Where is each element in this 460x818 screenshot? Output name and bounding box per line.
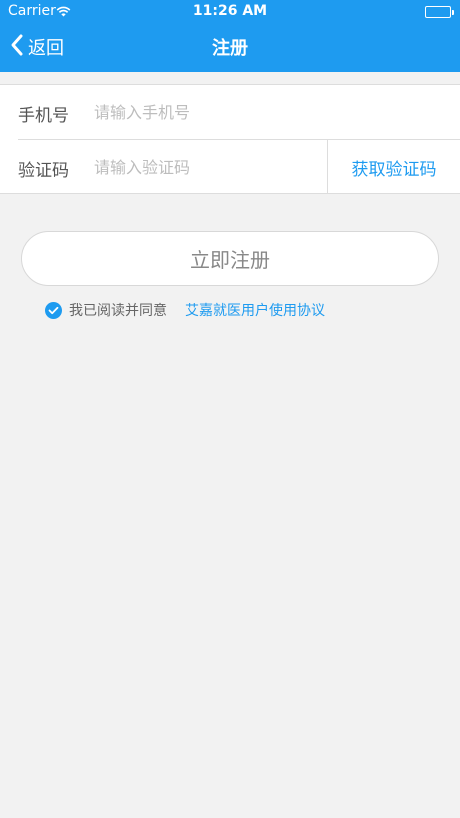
status-time: 11:26 AM <box>192 3 268 19</box>
battery-icon <box>425 6 454 18</box>
code-label: 验证码 <box>18 161 69 181</box>
checkmark-icon <box>48 306 59 314</box>
get-code-button[interactable]: 获取验证码 <box>328 140 460 194</box>
code-input[interactable] <box>94 150 314 184</box>
phone-input[interactable] <box>94 95 434 129</box>
agreement-checkbox[interactable] <box>45 301 62 319</box>
register-button[interactable]: 立即注册 <box>21 231 439 286</box>
status-bar: Carrier 11:26 AM <box>0 0 460 24</box>
phone-row: 手机号 <box>0 85 460 139</box>
top-bar: Carrier 11:26 AM 返回 注册 <box>0 0 460 72</box>
agreement-row: 我已阅读并同意 艾嘉就医用户使用协议 <box>45 300 325 320</box>
phone-label: 手机号 <box>18 106 69 126</box>
agreement-text: 我已阅读并同意 <box>69 303 167 319</box>
agreement-link[interactable]: 艾嘉就医用户使用协议 <box>185 300 325 320</box>
code-row: 验证码 获取验证码 <box>0 140 460 194</box>
page-title: 注册 <box>212 38 248 59</box>
register-form: 手机号 验证码 获取验证码 <box>0 84 460 194</box>
